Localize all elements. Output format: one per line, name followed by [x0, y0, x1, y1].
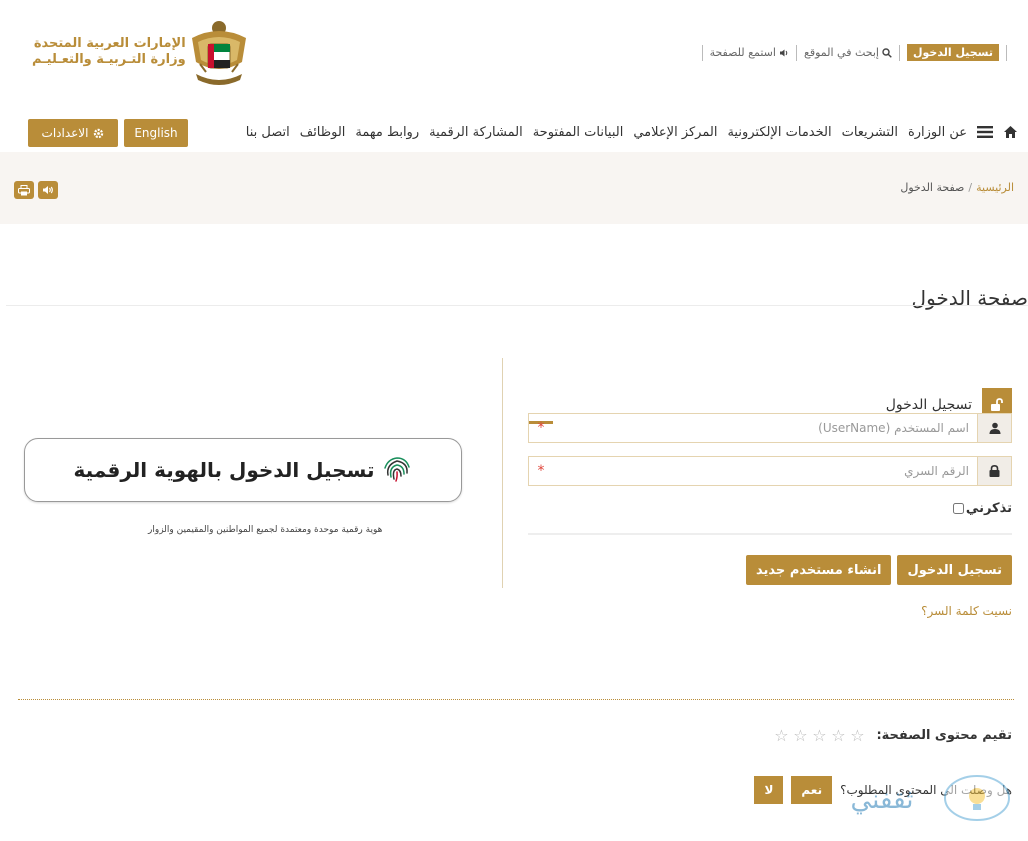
divider	[795, 44, 797, 61]
ministry-title: وزارة التـربيـة والتعـليـم	[32, 52, 186, 67]
site-header: الإمارات العربية المتحدة وزارة التـربيـة…	[0, 0, 1028, 108]
unlock-icon	[991, 397, 1003, 411]
divider	[1006, 44, 1007, 61]
uae-pass-login-button[interactable]: تسجيل الدخول بالهوية الرقمية	[24, 438, 462, 502]
gear-icon	[94, 128, 104, 138]
breadcrumb-home-link[interactable]: الرئيسية	[976, 181, 1014, 194]
top-utility-links: تسجيل الدخول إبحث في الموقع استمع للصفحة	[695, 44, 1014, 61]
page-rating: تقيم محتوى الصفحة: ☆ ☆ ☆ ☆ ☆	[772, 726, 1012, 745]
required-marker: *	[537, 420, 545, 436]
title-divider	[6, 305, 1028, 306]
uae-pass-description: هوية رقمية موحدة ومعتمدة لجميع المواطنين…	[148, 525, 383, 535]
username-field-icon	[977, 414, 1011, 442]
breadcrumb-current: صفحة الدخول	[900, 181, 965, 194]
star-icon[interactable]: ☆	[829, 726, 847, 745]
nav-item-legislation[interactable]: التشريعات	[842, 125, 898, 140]
rating-stars: ☆ ☆ ☆ ☆ ☆	[772, 726, 866, 745]
home-icon	[1004, 126, 1017, 138]
search-link-label: إبحث في الموقع	[803, 46, 879, 59]
feedback-no-button[interactable]: لا	[754, 776, 784, 804]
site-search-link[interactable]: إبحث في الموقع	[804, 46, 892, 59]
main-navigation: عن الوزارة التشريعات الخدمات الإلكترونية…	[0, 112, 1028, 152]
forgot-password-link[interactable]: نسيت كلمة السر؟	[921, 604, 1012, 618]
print-icon	[18, 184, 30, 195]
divider	[701, 44, 703, 61]
user-icon	[989, 422, 1000, 434]
register-button[interactable]: انشاء مستخدم جديد	[746, 555, 892, 585]
login-button[interactable]: تسجيل الدخول	[897, 555, 1012, 585]
login-actions: تسجيل الدخول انشاء مستخدم جديد	[746, 555, 1012, 585]
watermark-text: ثقفني	[850, 785, 913, 815]
country-name: الإمارات العربية المتحدة	[33, 36, 186, 51]
remember-me-checkbox[interactable]	[952, 503, 964, 514]
nav-item-digital-participation[interactable]: المشاركة الرقمية	[429, 125, 523, 140]
print-button[interactable]	[14, 181, 34, 199]
breadcrumb-band: الرئيسية / صفحة الدخول	[0, 152, 1028, 224]
login-panel-title: تسجيل الدخول	[885, 397, 972, 413]
rating-divider	[18, 699, 1014, 700]
nav-item-about[interactable]: عن الوزارة	[908, 125, 967, 140]
nav-item-jobs[interactable]: الوظائف	[300, 125, 346, 140]
nav-item-contact[interactable]: اتصل بنا	[246, 125, 290, 140]
nav-item-open-data[interactable]: البيانات المفتوحة	[533, 125, 624, 140]
top-login-link[interactable]: تسجيل الدخول	[906, 44, 999, 61]
form-divider	[528, 533, 1012, 535]
page-tools	[14, 181, 58, 199]
remember-me-label: تذكرني	[965, 501, 1012, 516]
page-title: صفحة الدخول	[911, 286, 1028, 310]
breadcrumb: الرئيسية / صفحة الدخول	[900, 181, 1014, 194]
lock-icon	[989, 465, 1000, 477]
star-icon[interactable]: ☆	[772, 726, 790, 745]
nav-item-media-center[interactable]: المركز الإعلامي	[633, 125, 717, 140]
star-icon[interactable]: ☆	[791, 726, 809, 745]
uae-emblem-icon	[191, 21, 246, 85]
listen-page-link[interactable]: استمع للصفحة	[710, 46, 789, 59]
settings-button[interactable]: الاعدادات	[28, 119, 118, 147]
nav-buttons: الاعدادات English	[28, 119, 188, 147]
listen-link-label: استمع للصفحة	[709, 46, 776, 59]
remember-me[interactable]: تذكرني	[952, 501, 1012, 516]
star-icon[interactable]: ☆	[848, 726, 866, 745]
listen-button[interactable]	[38, 181, 58, 199]
username-input[interactable]	[553, 414, 977, 442]
nav-item-eservices[interactable]: الخدمات الإلكترونية	[727, 125, 831, 140]
ministry-name: الإمارات العربية المتحدة وزارة التـربيـة…	[32, 36, 186, 68]
column-divider	[502, 358, 503, 588]
breadcrumb-separator: /	[968, 181, 973, 194]
menu-toggle-button[interactable]	[977, 125, 993, 139]
username-field: *	[528, 413, 1012, 443]
english-language-button[interactable]: English	[124, 119, 188, 147]
rating-label: تقيم محتوى الصفحة:	[876, 728, 1012, 743]
divider	[898, 44, 900, 61]
settings-label: الاعدادات	[41, 126, 89, 140]
search-icon	[882, 47, 892, 58]
nav-item-important-links[interactable]: روابط مهمة	[355, 125, 419, 140]
password-field-icon	[977, 457, 1011, 485]
watermark-logo: ثقفني	[850, 775, 1010, 821]
password-field: *	[528, 456, 1012, 486]
hamburger-menu-icon	[977, 126, 993, 138]
nav-menu: عن الوزارة التشريعات الخدمات الإلكترونية…	[246, 112, 1018, 152]
uae-pass-label: تسجيل الدخول بالهوية الرقمية	[73, 458, 375, 482]
star-icon[interactable]: ☆	[810, 726, 828, 745]
speaker-icon	[43, 186, 53, 194]
fingerprint-icon	[384, 457, 411, 482]
home-nav-button[interactable]	[1003, 125, 1018, 139]
ministry-logo[interactable]: الإمارات العربية المتحدة وزارة التـربيـة…	[22, 16, 252, 88]
required-marker: *	[537, 463, 545, 479]
password-input[interactable]	[553, 457, 977, 485]
speaker-icon	[779, 49, 788, 56]
